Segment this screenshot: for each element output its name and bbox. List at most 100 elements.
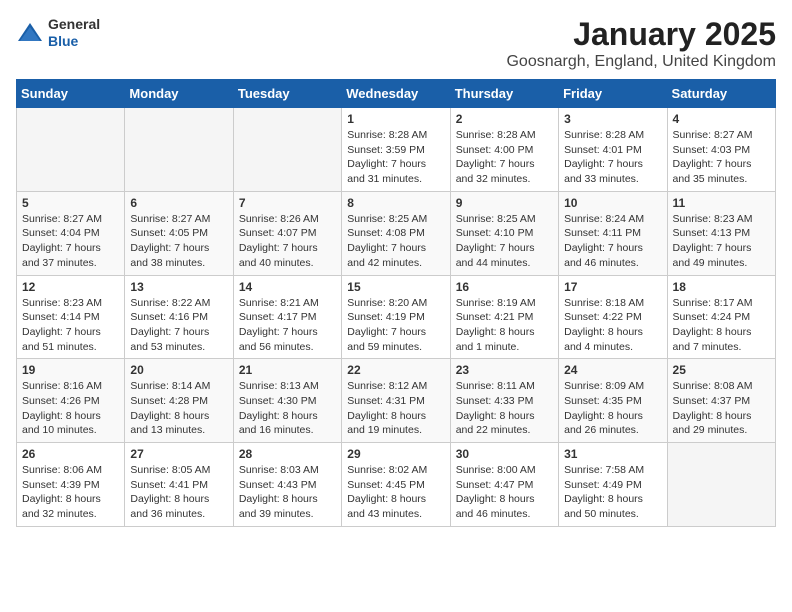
- day-number: 23: [456, 363, 553, 377]
- day-cell: 16 Sunrise: 8:19 AMSunset: 4:21 PMDayligh…: [450, 275, 558, 359]
- day-info: Sunrise: 8:08 AMSunset: 4:37 PMDaylight:…: [673, 379, 770, 438]
- calendar-subtitle: Goosnargh, England, United Kingdom: [506, 53, 776, 71]
- day-info: Sunrise: 8:17 AMSunset: 4:24 PMDaylight:…: [673, 296, 770, 355]
- day-cell: 27 Sunrise: 8:05 AMSunset: 4:41 PMDayligh…: [125, 443, 233, 527]
- day-number: 5: [22, 196, 119, 210]
- day-cell: 23 Sunrise: 8:11 AMSunset: 4:33 PMDayligh…: [450, 359, 558, 443]
- day-info: Sunrise: 8:05 AMSunset: 4:41 PMDaylight:…: [130, 463, 227, 522]
- day-cell: 24 Sunrise: 8:09 AMSunset: 4:35 PMDayligh…: [559, 359, 667, 443]
- day-cell: 7Sunrise: 8:26 AMSunset: 4:07 PMDaylight…: [233, 191, 341, 275]
- day-info: Sunrise: 8:27 AMSunset: 4:03 PMDaylight:…: [673, 128, 770, 187]
- day-number: 28: [239, 447, 336, 461]
- day-info: Sunrise: 8:26 AMSunset: 4:07 PMDaylight:…: [239, 212, 336, 271]
- page-header: General Blue January 2025 Goosnargh, Eng…: [16, 16, 776, 71]
- day-number: 27: [130, 447, 227, 461]
- day-info: Sunrise: 8:11 AMSunset: 4:33 PMDaylight:…: [456, 379, 553, 438]
- day-number: 19: [22, 363, 119, 377]
- column-header-wednesday: Wednesday: [342, 80, 450, 108]
- day-info: Sunrise: 8:20 AMSunset: 4:19 PMDaylight:…: [347, 296, 444, 355]
- day-number: 15: [347, 280, 444, 294]
- day-cell: 29 Sunrise: 8:02 AMSunset: 4:45 PMDayligh…: [342, 443, 450, 527]
- day-cell: [125, 108, 233, 192]
- day-cell: 8 Sunrise: 8:25 AMSunset: 4:08 PMDaylight…: [342, 191, 450, 275]
- day-cell: 21 Sunrise: 8:13 AMSunset: 4:30 PMDayligh…: [233, 359, 341, 443]
- day-cell: 12Sunrise: 8:23 AMSunset: 4:14 PMDayligh…: [17, 275, 125, 359]
- day-info: Sunrise: 8:13 AMSunset: 4:30 PMDaylight:…: [239, 379, 336, 438]
- day-cell: 20Sunrise: 8:14 AMSunset: 4:28 PMDayligh…: [125, 359, 233, 443]
- day-info: Sunrise: 8:14 AMSunset: 4:28 PMDaylight:…: [130, 379, 227, 438]
- day-number: 16: [456, 280, 553, 294]
- week-row-3: 12Sunrise: 8:23 AMSunset: 4:14 PMDayligh…: [17, 275, 776, 359]
- day-info: Sunrise: 8:28 AMSunset: 4:00 PMDaylight:…: [456, 128, 553, 187]
- day-cell: 9 Sunrise: 8:25 AMSunset: 4:10 PMDaylight…: [450, 191, 558, 275]
- day-info: Sunrise: 8:25 AMSunset: 4:10 PMDaylight:…: [456, 212, 553, 271]
- column-header-monday: Monday: [125, 80, 233, 108]
- day-number: 1: [347, 112, 444, 126]
- day-number: 26: [22, 447, 119, 461]
- day-number: 31: [564, 447, 661, 461]
- day-cell: [17, 108, 125, 192]
- week-row-4: 19Sunrise: 8:16 AMSunset: 4:26 PMDayligh…: [17, 359, 776, 443]
- day-number: 24: [564, 363, 661, 377]
- day-info: Sunrise: 8:06 AMSunset: 4:39 PMDaylight:…: [22, 463, 119, 522]
- logo-text: General Blue: [48, 16, 100, 50]
- week-row-1: 1 Sunrise: 8:28 AMSunset: 3:59 PMDaylight…: [17, 108, 776, 192]
- day-info: Sunrise: 8:25 AMSunset: 4:08 PMDaylight:…: [347, 212, 444, 271]
- day-number: 30: [456, 447, 553, 461]
- day-cell: 6 Sunrise: 8:27 AMSunset: 4:05 PMDaylight…: [125, 191, 233, 275]
- day-number: 29: [347, 447, 444, 461]
- day-number: 8: [347, 196, 444, 210]
- day-number: 21: [239, 363, 336, 377]
- day-number: 2: [456, 112, 553, 126]
- day-cell: 25 Sunrise: 8:08 AMSunset: 4:37 PMDayligh…: [667, 359, 775, 443]
- day-info: Sunrise: 8:22 AMSunset: 4:16 PMDaylight:…: [130, 296, 227, 355]
- column-header-friday: Friday: [559, 80, 667, 108]
- day-info: Sunrise: 7:58 AMSunset: 4:49 PMDaylight:…: [564, 463, 661, 522]
- week-row-5: 26 Sunrise: 8:06 AMSunset: 4:39 PMDayligh…: [17, 443, 776, 527]
- calendar-title: January 2025: [506, 16, 776, 53]
- day-number: 4: [673, 112, 770, 126]
- day-info: Sunrise: 8:21 AMSunset: 4:17 PMDaylight:…: [239, 296, 336, 355]
- calendar-table: SundayMondayTuesdayWednesdayThursdayFrid…: [16, 79, 776, 527]
- day-cell: 31 Sunrise: 7:58 AMSunset: 4:49 PMDayligh…: [559, 443, 667, 527]
- logo-blue: Blue: [48, 33, 78, 49]
- day-number: 13: [130, 280, 227, 294]
- day-cell: 26 Sunrise: 8:06 AMSunset: 4:39 PMDayligh…: [17, 443, 125, 527]
- day-cell: 15 Sunrise: 8:20 AMSunset: 4:19 PMDayligh…: [342, 275, 450, 359]
- logo: General Blue: [16, 16, 100, 50]
- day-number: 14: [239, 280, 336, 294]
- header-row: SundayMondayTuesdayWednesdayThursdayFrid…: [17, 80, 776, 108]
- day-cell: 30 Sunrise: 8:00 AMSunset: 4:47 PMDayligh…: [450, 443, 558, 527]
- day-cell: 28Sunrise: 8:03 AMSunset: 4:43 PMDayligh…: [233, 443, 341, 527]
- day-cell: 2 Sunrise: 8:28 AMSunset: 4:00 PMDaylight…: [450, 108, 558, 192]
- logo-general: General: [48, 16, 100, 32]
- week-row-2: 5Sunrise: 8:27 AMSunset: 4:04 PMDaylight…: [17, 191, 776, 275]
- day-info: Sunrise: 8:02 AMSunset: 4:45 PMDaylight:…: [347, 463, 444, 522]
- day-number: 3: [564, 112, 661, 126]
- day-cell: 13 Sunrise: 8:22 AMSunset: 4:16 PMDayligh…: [125, 275, 233, 359]
- day-number: 12: [22, 280, 119, 294]
- day-cell: [667, 443, 775, 527]
- day-info: Sunrise: 8:19 AMSunset: 4:21 PMDaylight:…: [456, 296, 553, 355]
- day-info: Sunrise: 8:27 AMSunset: 4:05 PMDaylight:…: [130, 212, 227, 271]
- day-cell: 14 Sunrise: 8:21 AMSunset: 4:17 PMDayligh…: [233, 275, 341, 359]
- day-cell: 10 Sunrise: 8:24 AMSunset: 4:11 PMDayligh…: [559, 191, 667, 275]
- day-info: Sunrise: 8:00 AMSunset: 4:47 PMDaylight:…: [456, 463, 553, 522]
- day-number: 10: [564, 196, 661, 210]
- day-info: Sunrise: 8:28 AMSunset: 3:59 PMDaylight:…: [347, 128, 444, 187]
- day-number: 22: [347, 363, 444, 377]
- day-cell: 22Sunrise: 8:12 AMSunset: 4:31 PMDayligh…: [342, 359, 450, 443]
- day-number: 9: [456, 196, 553, 210]
- day-cell: 11Sunrise: 8:23 AMSunset: 4:13 PMDayligh…: [667, 191, 775, 275]
- column-header-tuesday: Tuesday: [233, 80, 341, 108]
- day-cell: 19Sunrise: 8:16 AMSunset: 4:26 PMDayligh…: [17, 359, 125, 443]
- day-number: 17: [564, 280, 661, 294]
- day-number: 25: [673, 363, 770, 377]
- day-cell: [233, 108, 341, 192]
- day-cell: 18 Sunrise: 8:17 AMSunset: 4:24 PMDayligh…: [667, 275, 775, 359]
- title-area: January 2025 Goosnargh, England, United …: [506, 16, 776, 71]
- day-info: Sunrise: 8:09 AMSunset: 4:35 PMDaylight:…: [564, 379, 661, 438]
- day-number: 6: [130, 196, 227, 210]
- day-number: 18: [673, 280, 770, 294]
- day-info: Sunrise: 8:24 AMSunset: 4:11 PMDaylight:…: [564, 212, 661, 271]
